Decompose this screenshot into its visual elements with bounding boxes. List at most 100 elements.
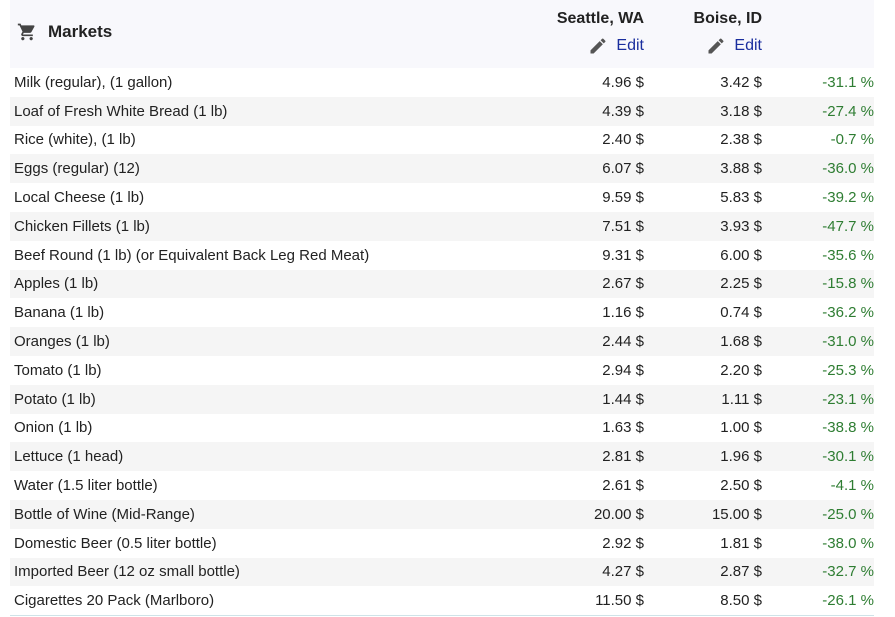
price-boise: 3.18 $ — [720, 102, 762, 120]
price-boise: 3.42 $ — [720, 73, 762, 91]
table-row: Oranges (1 lb) 2.44 $ 1.68 $ -31.0 % — [10, 327, 874, 356]
price-boise: 0.74 $ — [720, 304, 762, 322]
table-row: Onion (1 lb) 1.63 $ 1.00 $ -38.8 % — [10, 413, 874, 443]
price-difference: -15.8 % — [822, 275, 874, 293]
diff-header-cell — [762, 0, 874, 68]
price-difference: -23.1 % — [822, 390, 874, 408]
markets-price-table: Markets Seattle, WA Edit Boise, ID Edit — [10, 0, 874, 616]
price-seattle: 20.00 $ — [593, 505, 644, 523]
price-boise: 1.11 $ — [721, 390, 762, 408]
price-boise: 3.88 $ — [720, 160, 762, 178]
item-name: Domestic Beer (0.5 liter bottle) — [14, 534, 217, 552]
price-difference: -4.1 % — [830, 477, 874, 495]
edit-seattle-link[interactable]: Edit — [588, 36, 644, 56]
price-boise: 2.38 $ — [720, 131, 762, 149]
pencil-icon — [590, 37, 606, 53]
price-difference: -36.0 % — [822, 160, 874, 178]
price-difference: -31.1 % — [822, 73, 874, 91]
table-row: Domestic Beer (0.5 liter bottle) 2.92 $ 1.… — [10, 528, 874, 558]
price-difference: -32.7 % — [822, 563, 874, 581]
item-name: Local Cheese (1 lb) — [14, 189, 145, 207]
table-row: Eggs (regular) (12) 6.07 $ 3.88 $ -36.0 % — [10, 154, 874, 184]
edit-boise-link[interactable]: Edit — [706, 36, 762, 56]
table-row: Cigarettes 20 Pack (Marlboro) 11.50 $ 8.50… — [10, 586, 874, 616]
item-name: Lettuce (1 head) — [14, 448, 124, 466]
price-boise: 6.00 $ — [720, 246, 762, 264]
pencil-icon — [708, 37, 724, 53]
price-difference: -30.1 % — [822, 448, 874, 466]
price-boise: 8.50 $ — [720, 592, 762, 610]
price-seattle: 2.94 $ — [602, 361, 644, 379]
price-seattle: 7.51 $ — [602, 217, 644, 235]
table-row: Milk (regular), (1 gallon) 4.96 $ 3.42 $ -3… — [10, 68, 874, 97]
item-name: Oranges (1 lb) — [14, 333, 110, 351]
price-difference: -38.0 % — [822, 534, 874, 552]
table-row: Potato (1 lb) 1.44 $ 1.11 $ -23.1 % — [10, 384, 874, 414]
price-difference: -36.2 % — [822, 304, 874, 322]
table-row: Bottle of Wine (Mid-Range) 20.00 $ 15.00 $… — [10, 499, 874, 529]
item-name: Chicken Fillets (1 lb) — [14, 217, 150, 235]
price-boise: 2.20 $ — [720, 361, 762, 379]
price-seattle: 1.63 $ — [602, 419, 644, 437]
item-name: Cigarettes 20 Pack (Marlboro) — [14, 592, 215, 610]
price-seattle: 11.50 $ — [595, 592, 644, 610]
price-difference: -26.1 % — [822, 592, 874, 610]
item-name: Milk (regular), (1 gallon) — [14, 73, 173, 91]
price-boise: 2.25 $ — [720, 275, 762, 293]
table-row: Lettuce (1 head) 2.81 $ 1.96 $ -30.1 % — [10, 442, 874, 472]
table-row: Chicken Fillets (1 lb) 7.51 $ 3.93 $ -47.7 … — [10, 211, 874, 241]
table-row: Apples (1 lb) 2.67 $ 2.25 $ -15.8 % — [10, 269, 874, 299]
price-difference: -0.7 % — [830, 131, 874, 149]
item-name: Rice (white), (1 lb) — [14, 131, 136, 149]
price-boise: 2.87 $ — [720, 563, 762, 581]
table-row: Banana (1 lb) 1.16 $ 0.74 $ -36.2 % — [10, 298, 874, 328]
price-difference: -35.6 % — [822, 246, 874, 264]
price-seattle: 2.81 $ — [602, 448, 644, 466]
price-seattle: 1.16 $ — [602, 304, 644, 322]
item-name: Onion (1 lb) — [14, 419, 93, 437]
table-row: Loaf of Fresh White Bread (1 lb) 4.39 $ 3.… — [10, 96, 874, 126]
table-row: Tomato (1 lb) 2.94 $ 2.20 $ -25.3 % — [10, 355, 874, 385]
price-boise: 5.83 $ — [720, 189, 762, 207]
price-difference: -31.0 % — [822, 333, 874, 351]
price-seattle: 9.59 $ — [602, 189, 644, 207]
price-difference: -39.2 % — [822, 189, 874, 207]
price-seattle: 4.27 $ — [602, 563, 644, 581]
item-name: Beef Round (1 lb) (or Equivalent Back Le… — [14, 246, 370, 264]
table-row: Beef Round (1 lb) (or Equivalent Back Le… — [10, 240, 874, 270]
item-name: Potato (1 lb) — [14, 390, 96, 408]
item-name: Imported Beer (12 oz small bottle) — [14, 563, 240, 581]
edit-label: Edit — [616, 36, 644, 54]
item-name: Eggs (regular) (12) — [14, 160, 140, 178]
price-seattle: 9.31 $ — [602, 246, 644, 264]
markets-title-text: Markets — [48, 21, 113, 41]
price-boise: 2.50 $ — [720, 477, 762, 495]
price-boise: 1.81 $ — [720, 534, 762, 552]
price-seattle: 2.61 $ — [602, 477, 644, 495]
city-name-seattle: Seattle, WA — [556, 9, 644, 27]
price-boise: 1.68 $ — [720, 333, 762, 351]
table-header-row: Markets Seattle, WA Edit Boise, ID Edit — [10, 0, 874, 68]
price-difference: -47.7 % — [822, 217, 874, 235]
city-header-seattle: Seattle, WA Edit — [400, 0, 644, 68]
price-boise: 15.00 $ — [711, 505, 762, 523]
city-header-boise: Boise, ID Edit — [644, 0, 762, 68]
price-seattle: 4.39 $ — [602, 102, 644, 120]
price-boise: 1.96 $ — [720, 448, 762, 466]
price-difference: -27.4 % — [822, 102, 874, 120]
price-difference: -25.0 % — [822, 505, 874, 523]
price-boise: 1.00 $ — [720, 419, 762, 437]
price-seattle: 2.44 $ — [602, 333, 644, 351]
item-name: Banana (1 lb) — [14, 304, 105, 322]
edit-label: Edit — [734, 36, 762, 54]
price-difference: -25.3 % — [822, 361, 874, 379]
price-boise: 3.93 $ — [720, 217, 762, 235]
table-row: Imported Beer (12 oz small bottle) 4.27 $… — [10, 557, 874, 587]
price-seattle: 6.07 $ — [602, 160, 644, 178]
table-row: Local Cheese (1 lb) 9.59 $ 5.83 $ -39.2 % — [10, 183, 874, 212]
table-row: Water (1.5 liter bottle) 2.61 $ 2.50 $ -4.1… — [10, 471, 874, 500]
shopping-cart-icon — [17, 23, 35, 40]
item-name: Apples (1 lb) — [14, 275, 99, 293]
city-name-boise: Boise, ID — [693, 9, 762, 27]
price-seattle: 2.67 $ — [602, 275, 644, 293]
